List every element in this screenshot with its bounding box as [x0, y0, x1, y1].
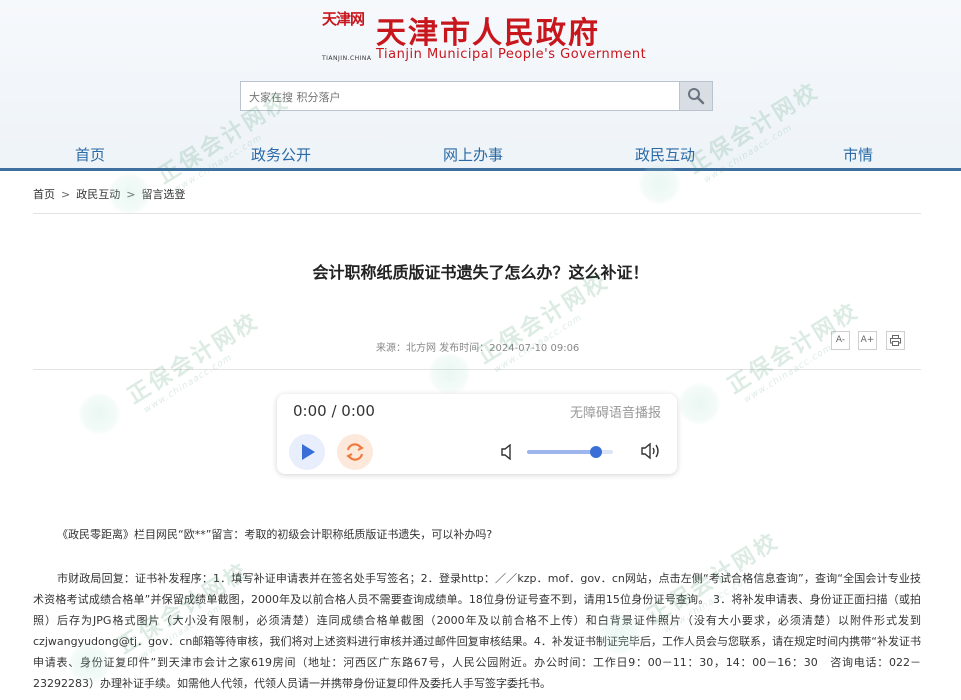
volume-low-icon[interactable] [501, 444, 515, 460]
search-icon [687, 87, 705, 105]
nav-divider [0, 168, 961, 171]
audio-time: 0:00 / 0:00 [293, 402, 375, 420]
nav-item-interaction[interactable]: 政民互动 [635, 144, 695, 165]
watermark-logo-icon [70, 385, 128, 443]
breadcrumb-home[interactable]: 首页 [33, 188, 55, 201]
emblem-icon: 天津网 TIANJIN.CHINA [322, 10, 370, 54]
play-button[interactable] [289, 434, 325, 470]
watermark-url: www.chinaacc.com [742, 321, 869, 406]
article-answer: 市财政局回复：证书补发程序：1．填写补证申请表并在签名处手写签名；2．登录htt… [33, 568, 921, 694]
search-input[interactable] [247, 82, 681, 112]
article-question: 《政民零距离》栏目网民“欧**”留言：考取的初级会计职称纸质版证书遗失，可以补办… [57, 526, 492, 542]
site-logo[interactable]: 天津网 TIANJIN.CHINA 天津市人民政府 Tianjin Munici… [322, 8, 642, 64]
volume-fill [527, 450, 596, 454]
watermark: 正保会计网校 www.chinaacc.com [720, 293, 869, 408]
divider [33, 369, 921, 370]
nav-item-home[interactable]: 首页 [75, 144, 105, 165]
nav-item-online-services[interactable]: 网上办事 [443, 144, 503, 165]
volume-knob[interactable] [590, 446, 602, 458]
breadcrumb-interaction[interactable]: 政民互动 [76, 188, 120, 201]
breadcrumb: 首页 > 政民互动 > 留言选登 [33, 186, 185, 202]
print-icon [890, 335, 901, 346]
article-title: 会计职称纸质版证书遗失了怎么办？这么补证！ [0, 259, 961, 283]
search-button[interactable] [679, 82, 712, 110]
breadcrumb-sep: > [61, 188, 70, 201]
audio-player: 0:00 / 0:00 无障碍语音播报 [277, 394, 677, 474]
watermark-logo-icon [670, 375, 728, 433]
loop-button[interactable] [337, 434, 373, 470]
font-decrease-label: A- [836, 335, 845, 345]
nav-item-city-info[interactable]: 市情 [843, 144, 873, 165]
site-subtitle: Tianjin Municipal People's Government [376, 47, 646, 62]
divider [33, 213, 921, 214]
audio-label: 无障碍语音播报 [570, 402, 661, 421]
article-meta: 来源：北方网 发布时间：2024-07-10 09:06 [376, 339, 579, 354]
emblem-text: 天津网 [322, 10, 370, 54]
site-header: 天津网 TIANJIN.CHINA 天津市人民政府 Tianjin Munici… [0, 0, 961, 170]
search-box [240, 81, 713, 111]
play-icon [300, 444, 316, 460]
font-increase-button[interactable]: A+ [858, 331, 877, 350]
nav-item-gov-affairs[interactable]: 政务公开 [251, 144, 311, 165]
font-decrease-button[interactable]: A- [831, 331, 850, 350]
breadcrumb-sep: > [126, 188, 135, 201]
watermark-text: 正保会计网校 [473, 269, 613, 370]
watermark: 正保会计网校 www.chinaacc.com [120, 303, 269, 418]
print-button[interactable] [886, 331, 905, 350]
site-title: 天津市人民政府 [376, 8, 600, 52]
watermark-url: www.chinaacc.com [492, 291, 619, 376]
volume-slider[interactable] [527, 450, 613, 454]
volume-high-icon[interactable] [641, 442, 663, 460]
main-nav: 首页 政务公开 网上办事 政民互动 市情 [0, 140, 961, 168]
emblem-sub: TIANJIN.CHINA [322, 55, 372, 62]
watermark-text: 正保会计网校 [123, 309, 263, 410]
watermark-url: www.chinaacc.com [142, 331, 269, 416]
font-increase-label: A+ [861, 335, 875, 345]
loop-icon [344, 441, 366, 463]
breadcrumb-messages[interactable]: 留言选登 [141, 188, 185, 201]
